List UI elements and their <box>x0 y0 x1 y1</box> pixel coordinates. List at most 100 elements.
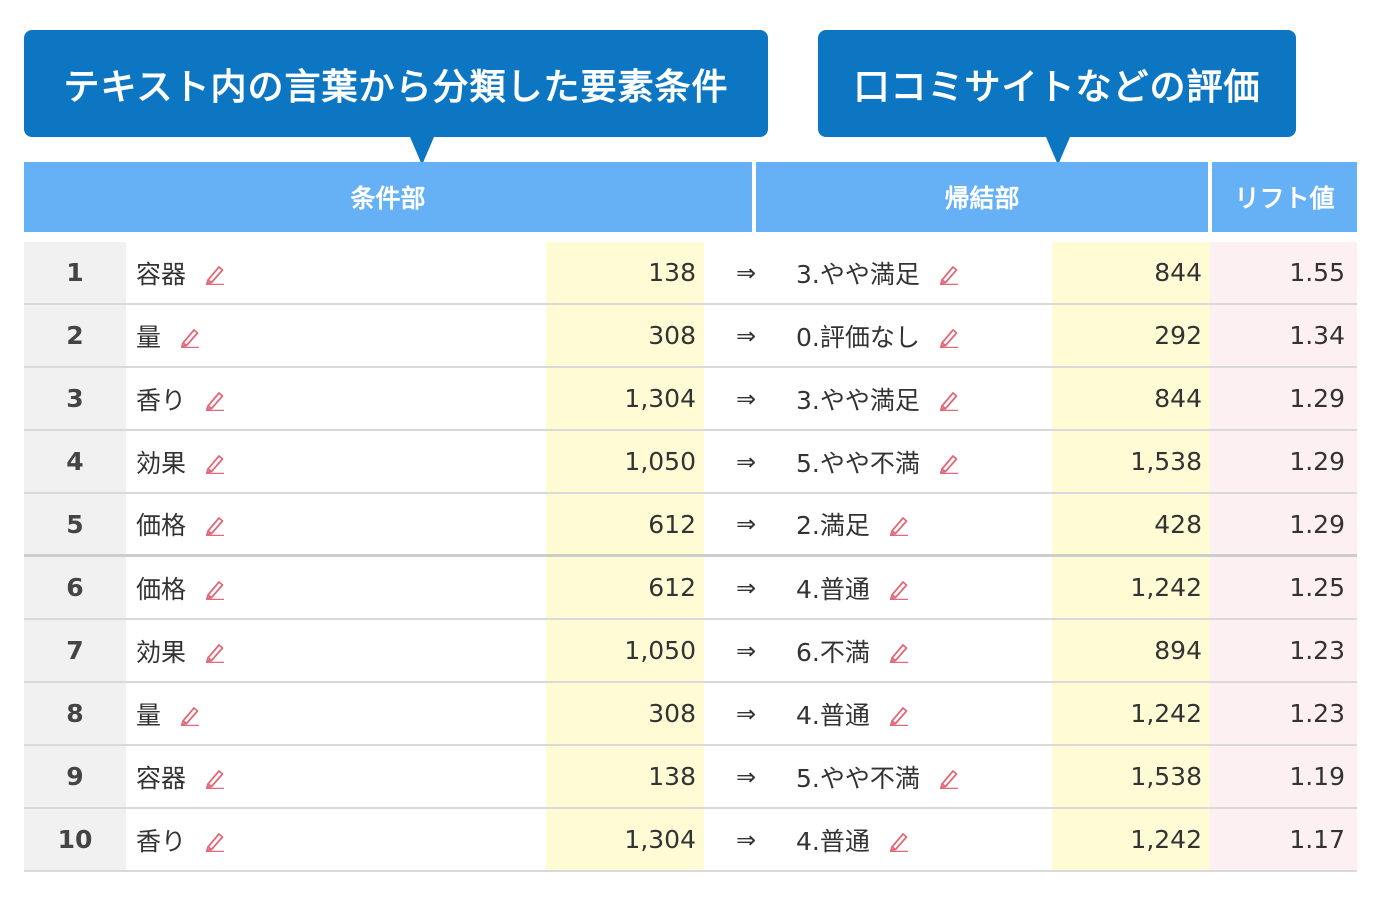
header-consequent-label: 帰結部 <box>944 184 1020 213</box>
lift-value: 1.23 <box>1289 636 1345 665</box>
consequent-count: 844 <box>1154 384 1202 413</box>
edit-pencil-icon[interactable] <box>938 262 960 285</box>
edit-pencil-icon[interactable] <box>204 829 226 852</box>
consequent-label: 3.やや満足 <box>796 259 920 289</box>
condition-count-cell: 1,304 <box>546 809 704 870</box>
consequent-label: 5.やや不満 <box>796 448 920 478</box>
rank-value: 10 <box>57 825 93 854</box>
implies-arrow-icon: ⇒ <box>704 305 788 366</box>
condition-label: 価格 <box>136 511 187 540</box>
edit-pencil-icon[interactable] <box>888 829 910 852</box>
consequent-count-cell: 1,538 <box>1052 746 1210 807</box>
consequent-count-cell: 1,538 <box>1052 431 1210 492</box>
table-row: 8 量 308 ⇒ 4.普通 1,242 1.23 <box>24 683 1357 746</box>
header-lift: リフト値 <box>1212 162 1357 232</box>
rank-cell: 3 <box>24 368 126 429</box>
rank-cell: 1 <box>24 242 126 303</box>
condition-count-cell: 1,050 <box>546 431 704 492</box>
consequent-label: 4.普通 <box>796 700 870 730</box>
consequent-count: 894 <box>1154 636 1202 665</box>
condition-count: 1,050 <box>624 447 696 476</box>
consequent-label: 5.やや不満 <box>796 763 920 793</box>
consequent-cell: 3.やや満足 <box>788 242 1052 303</box>
consequent-cell: 5.やや不満 <box>788 431 1052 492</box>
consequent-count: 1,242 <box>1130 699 1202 728</box>
condition-cell: 価格 <box>126 557 546 618</box>
edit-pencil-icon[interactable] <box>179 325 201 348</box>
arrow-symbol: ⇒ <box>735 636 757 665</box>
consequent-cell: 4.普通 <box>788 809 1052 870</box>
callout-consequent-text: 口コミサイトなどの評価 <box>853 66 1261 108</box>
condition-count: 308 <box>648 699 696 728</box>
edit-pencil-icon[interactable] <box>204 640 226 663</box>
implies-arrow-icon: ⇒ <box>704 746 788 807</box>
table-row: 10 香り 1,304 ⇒ 4.普通 1,242 1.17 <box>24 809 1357 872</box>
condition-count: 612 <box>648 573 696 602</box>
edit-pencil-icon[interactable] <box>888 513 910 537</box>
table-row: 3 香り 1,304 ⇒ 3.やや満足 844 1.29 <box>24 368 1357 431</box>
lift-value: 1.34 <box>1289 321 1345 350</box>
rank-value: 5 <box>66 509 84 539</box>
condition-cell: 効果 <box>126 620 546 681</box>
condition-cell: 容器 <box>126 746 546 807</box>
consequent-count: 1,538 <box>1130 447 1202 476</box>
edit-pencil-icon[interactable] <box>204 577 226 600</box>
consequent-count: 292 <box>1154 321 1202 350</box>
arrow-symbol: ⇒ <box>735 573 757 602</box>
edit-pencil-icon[interactable] <box>938 325 960 348</box>
lift-value: 1.29 <box>1289 384 1345 413</box>
lift-value: 1.29 <box>1289 447 1345 476</box>
rank-cell: 5 <box>24 494 126 554</box>
edit-pencil-icon[interactable] <box>204 513 226 537</box>
callout-consequent-description: 口コミサイトなどの評価 <box>818 30 1296 165</box>
condition-label: 香り <box>136 826 187 856</box>
consequent-count-cell: 844 <box>1052 242 1210 303</box>
lift-cell: 1.25 <box>1210 557 1357 618</box>
edit-pencil-icon[interactable] <box>179 703 201 726</box>
consequent-label: 4.普通 <box>796 826 870 856</box>
implies-arrow-icon: ⇒ <box>704 557 788 618</box>
header-lift-label: リフト値 <box>1234 184 1335 213</box>
rank-cell: 6 <box>24 557 126 618</box>
consequent-count: 428 <box>1154 509 1202 539</box>
table-row: 6 価格 612 ⇒ 4.普通 1,242 1.25 <box>24 557 1357 620</box>
table-row: 2 量 308 ⇒ 0.評価なし 292 1.34 <box>24 305 1357 368</box>
consequent-label: 2.満足 <box>796 511 870 540</box>
rank-value: 1 <box>66 258 84 287</box>
consequent-count-cell: 292 <box>1052 305 1210 366</box>
edit-pencil-icon[interactable] <box>888 703 910 726</box>
consequent-cell: 3.やや満足 <box>788 368 1052 429</box>
consequent-count-cell: 428 <box>1052 494 1210 554</box>
condition-count: 1,304 <box>624 384 696 413</box>
implies-arrow-icon: ⇒ <box>704 431 788 492</box>
lift-cell: 1.34 <box>1210 305 1357 366</box>
lift-value: 1.17 <box>1289 825 1345 854</box>
header-condition: 条件部 <box>24 162 752 232</box>
callout-condition-description: テキスト内の言葉から分類した要素条件 <box>24 30 768 165</box>
edit-pencil-icon[interactable] <box>204 388 226 411</box>
implies-arrow-icon: ⇒ <box>704 242 788 303</box>
condition-label: 効果 <box>136 448 187 478</box>
arrow-symbol: ⇒ <box>735 384 757 413</box>
lift-cell: 1.23 <box>1210 620 1357 681</box>
edit-pencil-icon[interactable] <box>938 451 960 474</box>
edit-pencil-icon[interactable] <box>938 766 960 789</box>
condition-cell: 量 <box>126 305 546 366</box>
condition-count: 1,050 <box>624 636 696 665</box>
edit-pencil-icon[interactable] <box>888 577 910 600</box>
rank-cell: 7 <box>24 620 126 681</box>
condition-count-cell: 612 <box>546 494 704 554</box>
arrow-symbol: ⇒ <box>735 321 757 350</box>
consequent-label: 6.不満 <box>796 637 870 667</box>
edit-pencil-icon[interactable] <box>204 451 226 474</box>
edit-pencil-icon[interactable] <box>888 640 910 663</box>
table-row: 9 容器 138 ⇒ 5.やや不満 1,538 1.19 <box>24 746 1357 809</box>
consequent-cell: 2.満足 <box>788 494 1052 554</box>
arrow-symbol: ⇒ <box>735 447 757 476</box>
edit-pencil-icon[interactable] <box>204 766 226 789</box>
edit-pencil-icon[interactable] <box>204 262 226 285</box>
edit-pencil-icon[interactable] <box>938 388 960 411</box>
consequent-count: 1,242 <box>1130 825 1202 854</box>
condition-count-cell: 138 <box>546 242 704 303</box>
consequent-label: 3.やや満足 <box>796 385 920 415</box>
